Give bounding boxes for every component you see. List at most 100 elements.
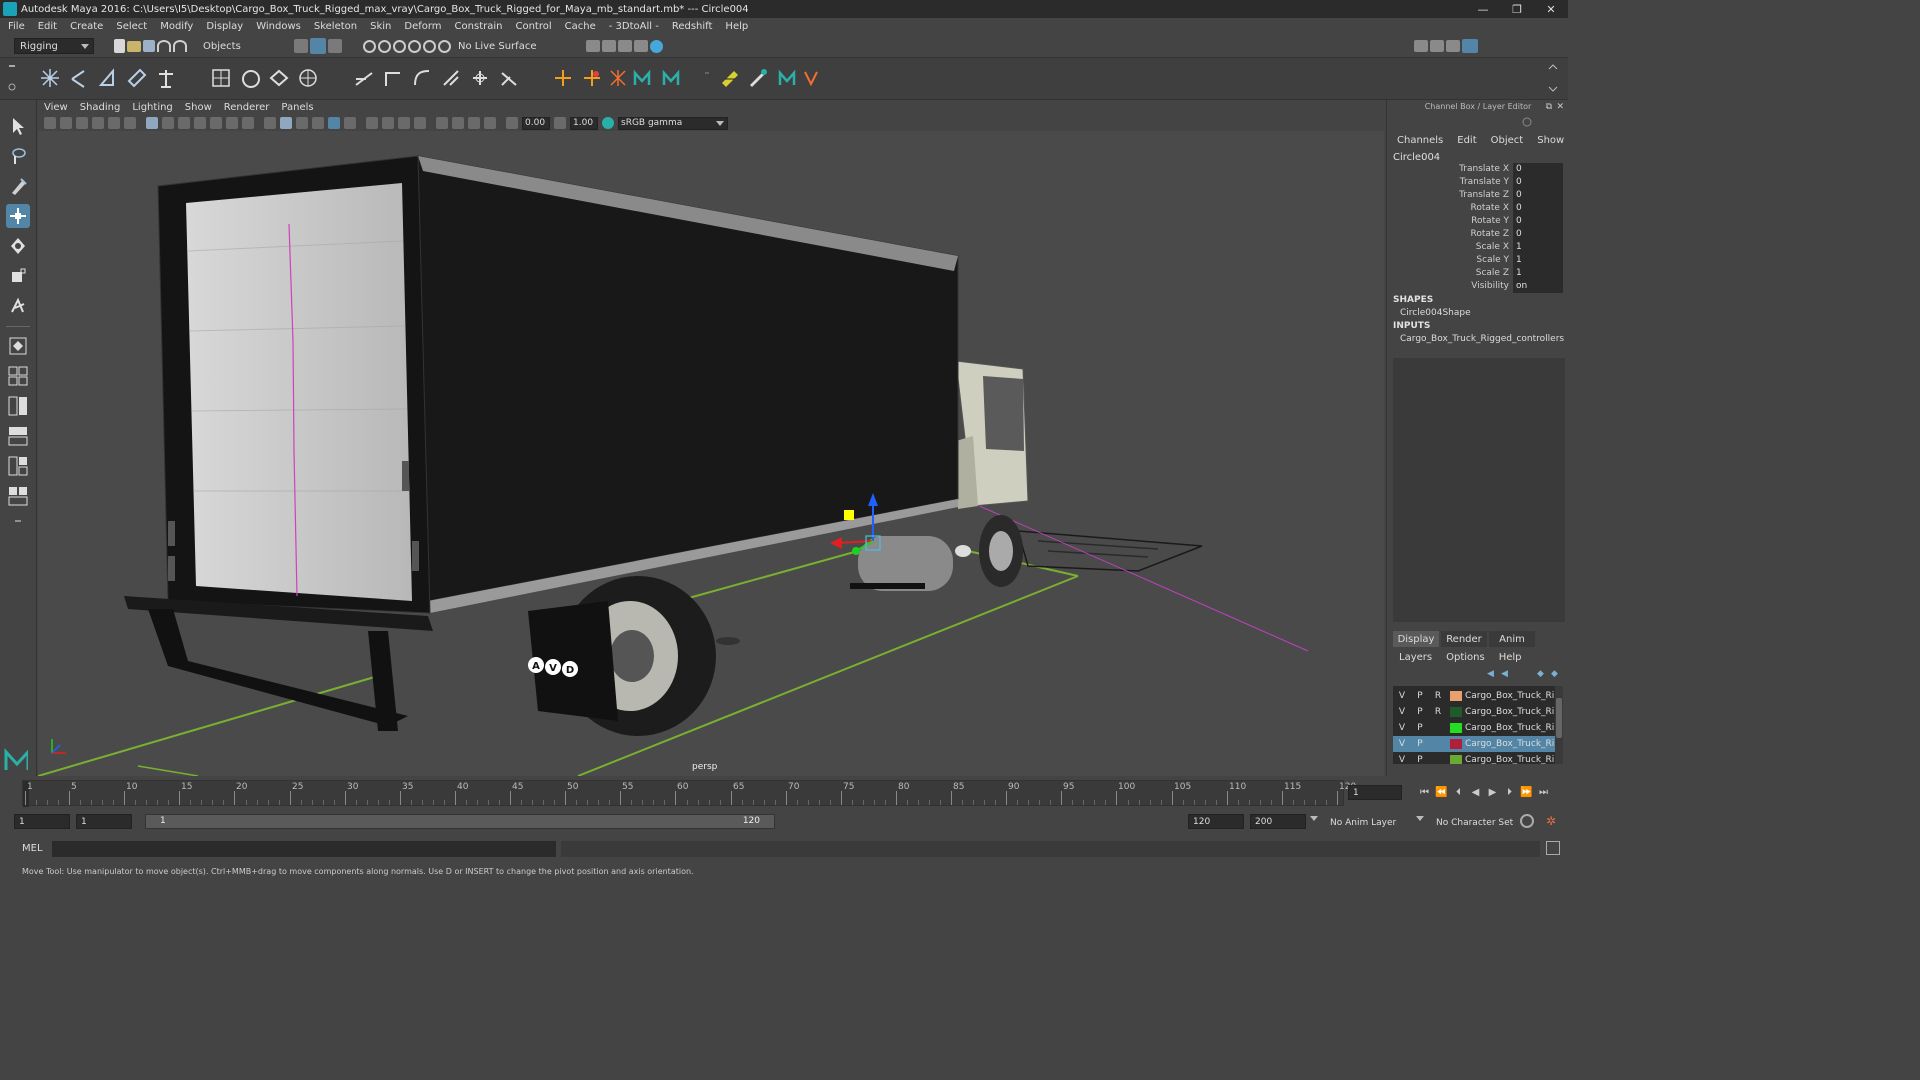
menu-control[interactable]: Control <box>515 21 551 32</box>
depth-of-field-icon[interactable] <box>414 117 426 129</box>
persp-graph-layout-icon[interactable] <box>6 424 30 448</box>
close-button[interactable]: ✕ <box>1534 0 1568 18</box>
shadows-icon[interactable] <box>344 117 356 129</box>
float-panel-icon[interactable]: ⧉ <box>1546 102 1552 112</box>
menu-windows[interactable]: Windows <box>256 21 301 32</box>
close-panel-icon[interactable]: ✕ <box>1556 102 1564 112</box>
exposure-field[interactable]: 0.00 <box>522 116 550 130</box>
menu-3dtoall[interactable]: - 3DtoAll - <box>609 21 659 32</box>
go-to-start-icon[interactable]: ⏮ <box>1418 786 1431 799</box>
maximize-button[interactable]: ❐ <box>1500 0 1534 18</box>
preferences-icon[interactable]: ✲ <box>1546 814 1556 828</box>
layer-visible-toggle[interactable]: V <box>1393 691 1411 701</box>
layer-color-swatch[interactable] <box>1450 739 1462 749</box>
layer-color-swatch[interactable] <box>1450 691 1462 701</box>
color-management-icon[interactable] <box>602 117 614 129</box>
command-language-label[interactable]: MEL <box>22 843 43 854</box>
layer-list-scrollbar[interactable] <box>1555 686 1563 764</box>
xray-active-icon[interactable] <box>468 117 480 129</box>
select-camera-icon[interactable] <box>44 117 56 129</box>
scrollbar-thumb[interactable] <box>1556 698 1562 738</box>
tab-display[interactable]: Display <box>1393 631 1439 647</box>
modeling-toolkit-icon[interactable] <box>1414 40 1429 52</box>
gate-mask-icon[interactable] <box>194 117 206 129</box>
single-view-layout-icon[interactable] <box>6 334 30 358</box>
smooth-bind-icon[interactable] <box>238 66 262 90</box>
tool-settings-icon[interactable] <box>1446 40 1461 52</box>
save-scene-icon[interactable] <box>143 40 155 52</box>
menu-deform[interactable]: Deform <box>404 21 441 32</box>
ik-handle-icon[interactable] <box>67 66 91 90</box>
paint-select-tool-icon[interactable] <box>6 174 30 198</box>
select-tool-icon[interactable] <box>6 114 30 138</box>
layer-playback-toggle[interactable]: P <box>1411 723 1429 733</box>
shape-node[interactable]: Circle004Shape <box>1400 308 1471 318</box>
textured-icon[interactable] <box>312 117 324 129</box>
attr-scale-z[interactable]: Scale Z 1 <box>1387 267 1569 280</box>
snap-point-icon[interactable] <box>393 39 406 53</box>
menu-constrain[interactable]: Constrain <box>455 21 503 32</box>
menu-modify[interactable]: Modify <box>160 21 193 32</box>
chevron-down-icon[interactable] <box>1310 816 1318 821</box>
color-space-dropdown[interactable]: sRGB gamma <box>618 116 728 130</box>
step-back-frame-icon[interactable]: ⏴ <box>1452 786 1465 799</box>
layer-reference-toggle[interactable]: R <box>1429 707 1447 717</box>
play-forwards-icon[interactable]: ▶ <box>1486 786 1499 799</box>
step-forward-frame-icon[interactable]: ⏵ <box>1503 786 1516 799</box>
ambient-occlusion-icon[interactable] <box>366 117 378 129</box>
render-settings-icon[interactable] <box>586 40 601 52</box>
maya-m-icon-a[interactable] <box>630 66 654 90</box>
maya-m-icon-b[interactable] <box>659 66 683 90</box>
snap-view-plane-icon[interactable] <box>408 39 421 53</box>
resolution-gate-icon[interactable] <box>178 117 190 129</box>
locator-icon[interactable] <box>551 66 575 90</box>
maya-m-icon-c[interactable] <box>775 66 799 90</box>
grid-icon[interactable] <box>146 117 158 129</box>
blank-shelf-slot[interactable] <box>690 66 714 90</box>
range-slider[interactable]: 1 120 <box>145 814 775 829</box>
select-object-icon[interactable] <box>310 38 326 54</box>
new-scene-icon[interactable] <box>114 39 125 53</box>
attr-translate-y[interactable]: Translate Y 0 <box>1387 176 1569 189</box>
layer-playback-toggle[interactable]: P <box>1411 739 1429 749</box>
open-scene-icon[interactable] <box>127 40 141 52</box>
cb-menu-edit[interactable]: Edit <box>1457 135 1476 146</box>
character-set-dropdown[interactable]: No Character Set <box>1436 818 1513 828</box>
attr-rotate-z[interactable]: Rotate Z 0 <box>1387 228 1569 241</box>
anim-layer-dropdown[interactable]: No Anim Layer <box>1330 818 1396 828</box>
layer-color-swatch[interactable] <box>1450 723 1462 733</box>
bind-skin-icon[interactable] <box>209 66 233 90</box>
cb-menu-channels[interactable]: Channels <box>1397 135 1443 146</box>
layer-color-swatch[interactable] <box>1450 707 1462 717</box>
attribute-editor-icon[interactable] <box>1430 40 1445 52</box>
xray-icon[interactable] <box>452 117 464 129</box>
field-chart-icon[interactable] <box>210 117 222 129</box>
safe-title-icon[interactable] <box>242 117 254 129</box>
layer-visible-toggle[interactable]: V <box>1393 723 1411 733</box>
attr-value[interactable]: 1 <box>1513 254 1563 267</box>
new-layer-selected-icon[interactable]: ◆ <box>1551 669 1565 681</box>
viewport-menu-panels[interactable]: Panels <box>281 102 313 113</box>
pole-vector-icon[interactable] <box>497 66 521 90</box>
attr-value[interactable]: 1 <box>1513 241 1563 254</box>
exposure-icon[interactable] <box>506 117 518 129</box>
layer-row[interactable]: V P R Cargo_Box_Truck_Ri <box>1393 688 1563 704</box>
go-to-end-icon[interactable]: ⏭ <box>1537 786 1550 799</box>
joint-tool-icon[interactable] <box>38 66 62 90</box>
layer-name[interactable]: Cargo_Box_Truck_Ri <box>1465 755 1554 764</box>
shelf-options-icon[interactable] <box>6 65 18 91</box>
viewport-menu-view[interactable]: View <box>44 102 68 113</box>
selected-object-name[interactable]: Circle004 <box>1393 152 1440 163</box>
attr-visibility[interactable]: Visibility on <box>1387 280 1569 293</box>
viewport-menu-show[interactable]: Show <box>185 102 212 113</box>
menuset-dropdown[interactable]: Rigging <box>14 38 94 54</box>
anti-aliasing-icon[interactable] <box>398 117 410 129</box>
chevron-down-icon[interactable] <box>1416 816 1424 821</box>
layer-reference-toggle[interactable]: R <box>1429 691 1447 701</box>
render-view-icon[interactable] <box>634 40 649 52</box>
wireframe-on-shaded-icon[interactable] <box>296 117 308 129</box>
select-component-icon[interactable] <box>328 39 342 53</box>
film-gate-icon[interactable] <box>162 117 174 129</box>
attr-value[interactable]: 0 <box>1513 163 1563 176</box>
undo-icon[interactable] <box>157 40 171 52</box>
